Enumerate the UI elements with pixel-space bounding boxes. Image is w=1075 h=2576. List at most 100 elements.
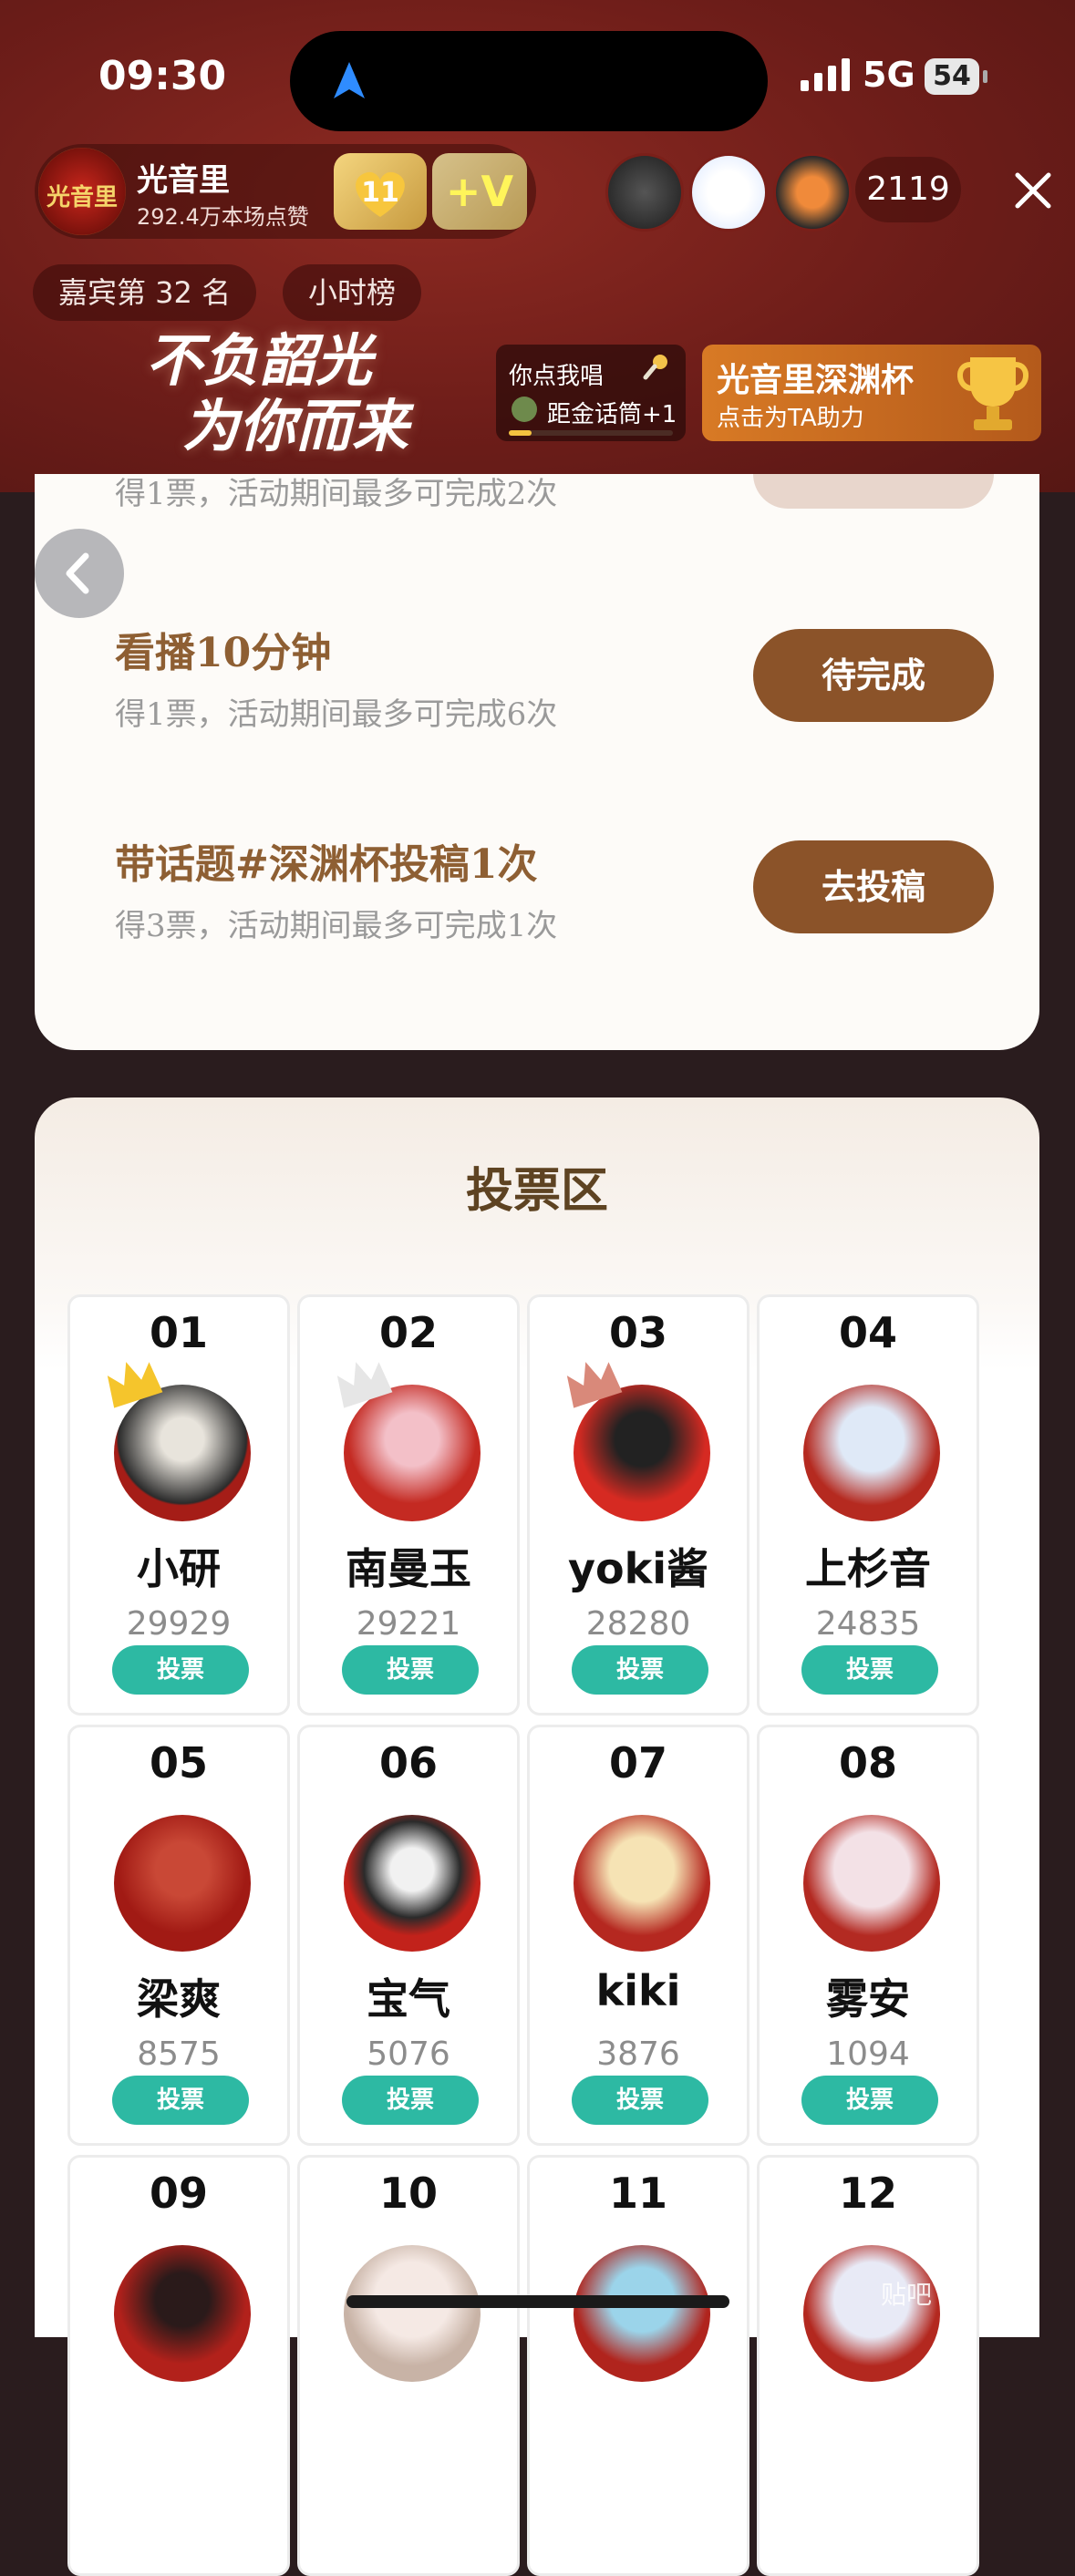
watermark: 贴吧 — [881, 2280, 933, 2310]
vote-button[interactable]: 投票 — [801, 2076, 938, 2125]
candidate-card[interactable]: 03 yoki酱 28280 投票 — [527, 1294, 749, 1716]
host-avatar[interactable]: 光音里 — [38, 148, 126, 235]
candidate-name: 上杉音 — [805, 1544, 931, 1593]
candidate-number: 03 — [608, 1308, 667, 1357]
network-type: 5G — [863, 55, 915, 95]
candidate-number: 09 — [149, 2169, 208, 2218]
follow-plus-button[interactable]: +V — [432, 153, 527, 230]
vote-button[interactable]: 投票 — [801, 1645, 938, 1695]
candidate-number: 04 — [838, 1308, 897, 1357]
song-task-widget[interactable]: 你点我唱 距金话筒+1 — [496, 345, 686, 441]
task-subtitle: 得3票，活动期间最多可完成1次 — [115, 908, 558, 944]
candidate-avatar[interactable] — [803, 1385, 940, 1521]
vote-button[interactable]: 投票 — [112, 2076, 249, 2125]
candidate-number: 11 — [608, 2169, 667, 2218]
candidate-vote-count: 29221 — [356, 1605, 461, 1643]
candidate-avatar[interactable] — [803, 2245, 940, 2382]
vote-button[interactable]: 投票 — [342, 1645, 479, 1695]
candidate-card[interactable]: 05 梁爽 8575 投票 — [67, 1725, 290, 2146]
candidate-avatar[interactable] — [114, 2245, 251, 2382]
candidate-vote-count: 3876 — [596, 2035, 680, 2073]
fan-level-badge[interactable]: 11 — [334, 153, 427, 230]
candidate-avatar[interactable] — [114, 1815, 251, 1952]
cup-promo-banner[interactable]: 光音里深渊杯 点击为TA助力 — [702, 345, 1041, 441]
task-title: 带话题#深渊杯投稿1次 — [115, 841, 538, 888]
trophy-icon — [957, 357, 1028, 430]
location-arrow-icon — [334, 62, 365, 98]
cup-subtitle: 点击为TA助力 — [717, 405, 864, 432]
viewer-avatar[interactable] — [689, 153, 768, 232]
task-progress-bar — [509, 430, 673, 436]
signal-icon — [801, 58, 850, 91]
candidate-card[interactable]: 12 — [757, 2155, 979, 2576]
candidate-avatar[interactable] — [344, 2245, 481, 2382]
cup-title: 光音里深渊杯 — [717, 362, 915, 399]
back-button[interactable] — [35, 529, 124, 618]
candidate-card[interactable]: 08 雾安 1094 投票 — [757, 1725, 979, 2146]
candidate-card[interactable]: 10 — [297, 2155, 520, 2576]
host-info[interactable]: 光音里 光音里 292.4万本场点赞 11 +V — [35, 144, 536, 239]
candidate-card[interactable]: 02 南曼玉 29221 投票 — [297, 1294, 520, 1716]
candidate-card[interactable]: 04 上杉音 24835 投票 — [757, 1294, 979, 1716]
candidate-vote-count: 8575 — [137, 2035, 221, 2073]
task-row: 带话题#深渊杯投稿1次 得3票，活动期间最多可完成1次 — [115, 831, 557, 945]
viewer-avatar[interactable] — [773, 153, 852, 232]
candidate-name: 小研 — [137, 1544, 221, 1593]
status-time: 09:30 — [98, 53, 227, 99]
candidate-name: 梁爽 — [137, 1974, 221, 2024]
host-name: 光音里 — [137, 162, 230, 199]
battery-icon: 54 — [925, 58, 987, 95]
task-title: 看播10分钟 — [115, 630, 332, 676]
vote-button[interactable]: 投票 — [572, 1645, 708, 1695]
vote-title: 投票区 — [465, 1164, 608, 1219]
guest-rank-pill[interactable]: 嘉宾第 32 名 — [33, 264, 257, 321]
task-row-partial: 得1票，活动期间最多可完成2次 — [115, 476, 558, 512]
candidate-name: yoki酱 — [568, 1544, 708, 1593]
candidate-number: 05 — [149, 1738, 208, 1788]
candidate-name: kiki — [595, 1966, 681, 2015]
candidate-vote-count: 28280 — [585, 1605, 691, 1643]
task-row: 看播10分钟 得1票，活动期间最多可完成6次 — [115, 620, 557, 734]
close-icon[interactable] — [1010, 168, 1056, 213]
candidate-avatar[interactable] — [344, 1815, 481, 1952]
host-likes: 292.4万本场点赞 — [137, 204, 309, 230]
fan-level: 11 — [361, 177, 399, 209]
vote-section: 投票区 01 小研 29929 投票 02 南曼玉 29221 投票 03 yoki酱 28280 投… — [35, 1097, 1039, 2576]
candidate-number: 07 — [608, 1738, 667, 1788]
submit-post-button[interactable]: 去投稿 — [753, 840, 994, 933]
candidate-avatar[interactable] — [803, 1815, 940, 1952]
candidate-card[interactable]: 06 宝气 5076 投票 — [297, 1725, 520, 2146]
task-subtitle: 得1票，活动期间最多可完成6次 — [115, 696, 558, 733]
candidate-name: 宝气 — [367, 1974, 450, 2024]
vote-button[interactable]: 投票 — [572, 2076, 708, 2125]
candidate-card[interactable]: 01 小研 29929 投票 — [67, 1294, 290, 1716]
task-button-partial[interactable] — [753, 474, 994, 509]
candidate-card[interactable]: 11 — [527, 2155, 749, 2576]
candidate-number: 12 — [838, 2169, 897, 2218]
home-indicator[interactable] — [346, 2295, 729, 2308]
dynamic-island — [290, 31, 768, 131]
candidate-avatar[interactable] — [574, 2245, 710, 2382]
candidate-vote-count: 5076 — [367, 2035, 450, 2073]
viewer-count[interactable]: 2119 — [855, 157, 961, 222]
candidate-card[interactable]: 09 — [67, 2155, 290, 2576]
microphone-icon — [643, 355, 667, 380]
viewer-avatar[interactable] — [605, 153, 684, 232]
candidate-avatar[interactable] — [574, 1815, 710, 1952]
candidate-name: 南曼玉 — [346, 1544, 471, 1593]
candidate-vote-count: 1094 — [826, 2035, 910, 2073]
pending-button[interactable]: 待完成 — [753, 629, 994, 722]
task-list-card: 得1票，活动期间最多可完成2次 看播10分钟 得1票，活动期间最多可完成6次 待… — [35, 474, 1039, 1050]
candidate-number: 08 — [838, 1738, 897, 1788]
candidate-card[interactable]: 07 kiki 3876 投票 — [527, 1725, 749, 2146]
candidate-vote-count: 24835 — [815, 1605, 921, 1643]
candidate-number: 10 — [378, 2169, 438, 2218]
hourly-board-pill[interactable]: 小时榜 — [283, 264, 422, 321]
candidate-number: 01 — [149, 1308, 208, 1357]
vote-button[interactable]: 投票 — [112, 1645, 249, 1695]
banner-slogan: 不负韶光 为你而来 — [146, 327, 409, 459]
status-bar: 09:30 5G 54 — [0, 0, 1075, 137]
vote-button[interactable]: 投票 — [342, 2076, 479, 2125]
candidate-number: 02 — [378, 1308, 438, 1357]
chevron-left-icon — [66, 552, 89, 594]
